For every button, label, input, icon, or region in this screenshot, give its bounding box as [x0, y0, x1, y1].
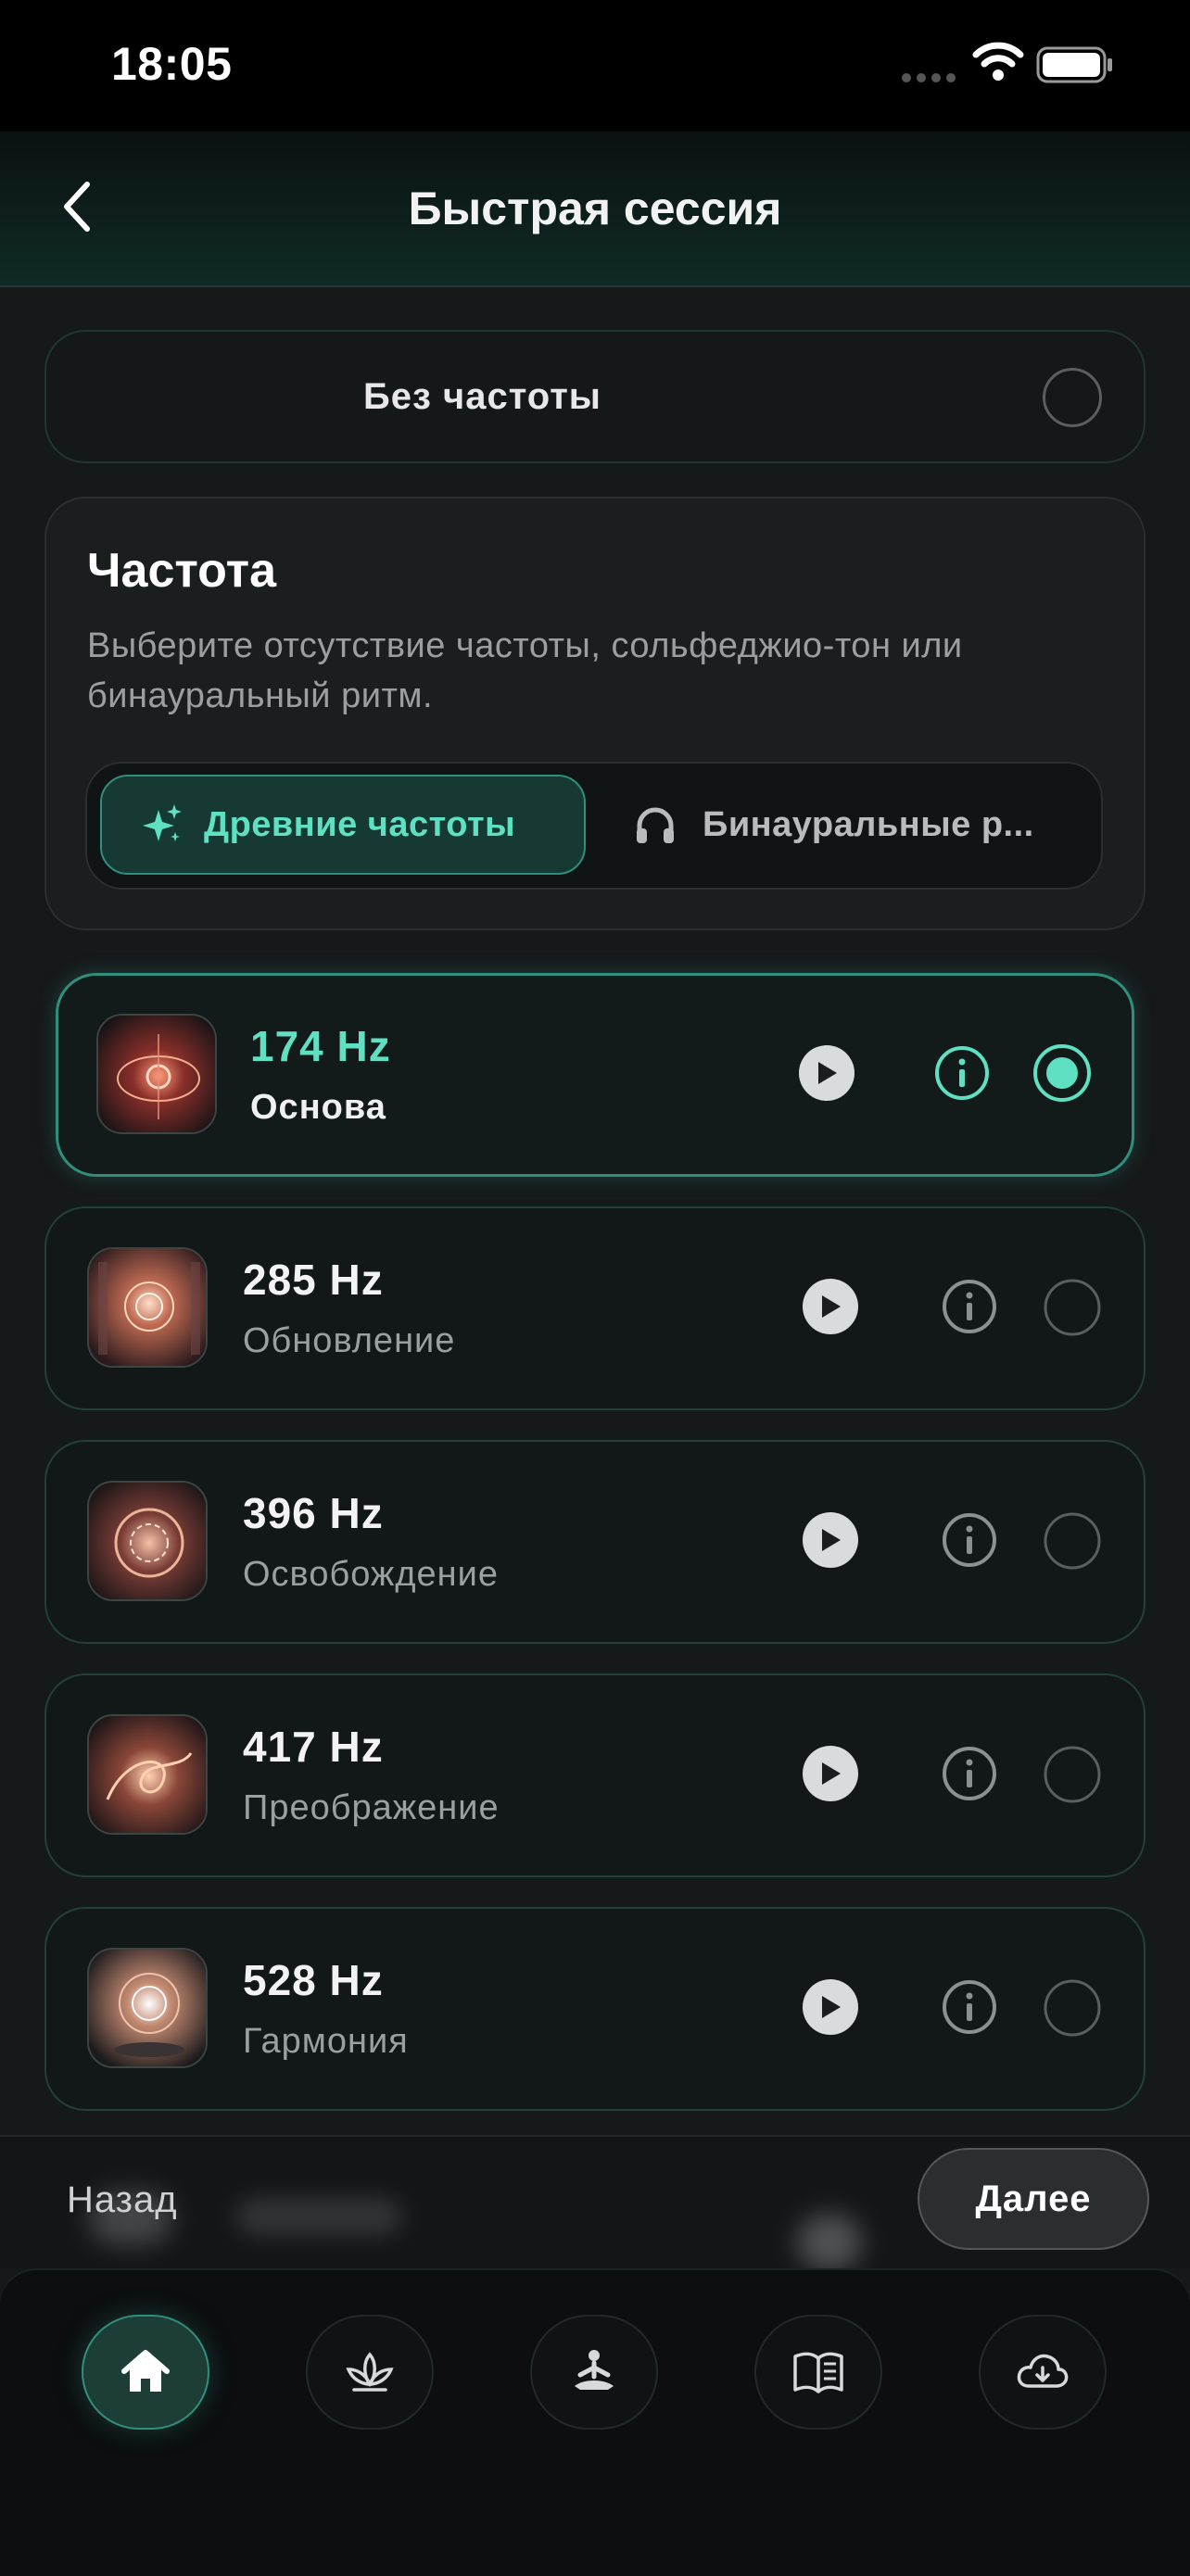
meditation-icon — [575, 2350, 614, 2390]
cloud-download-icon — [1017, 2354, 1069, 2388]
mini-player-control — [797, 2215, 862, 2270]
play-icon — [818, 1062, 837, 1084]
selection-radio[interactable] — [1032, 1043, 1092, 1103]
book-icon — [793, 2352, 843, 2393]
frequency-hz: 285 Hz — [243, 1256, 384, 1304]
status-time: 18:05 — [111, 38, 233, 90]
page-title: Быстрая сессия — [408, 183, 782, 234]
frequency-thumbnail — [87, 1481, 208, 1601]
tab-downloads[interactable] — [979, 2315, 1107, 2430]
battery-icon — [1036, 46, 1112, 83]
play-button[interactable] — [803, 1979, 858, 2035]
frequency-hz: 528 Hz — [243, 1956, 384, 2004]
home-icon — [121, 2350, 170, 2392]
info-icon[interactable] — [942, 1979, 997, 2035]
tab-ancient-frequencies[interactable]: Древние частоты — [100, 775, 586, 875]
frequency-hz: 174 Hz — [250, 1022, 391, 1070]
headphones-icon — [637, 807, 674, 843]
tab-meditation[interactable] — [530, 2315, 658, 2430]
play-icon — [822, 1996, 841, 2018]
wifi-icon — [972, 42, 1024, 81]
play-button[interactable] — [803, 1279, 858, 1334]
tab-label: Древние частоты — [204, 804, 516, 844]
tab-label: Бинауральные р... — [703, 804, 1034, 844]
tab-binaural-beats[interactable]: Бинауральные р... — [599, 775, 1088, 875]
play-button[interactable] — [799, 1045, 855, 1101]
tab-lotus[interactable] — [306, 2315, 434, 2430]
no-frequency-radio[interactable] — [1043, 368, 1102, 427]
info-icon[interactable] — [942, 1512, 997, 1568]
no-frequency-label: Без частоты — [363, 376, 601, 417]
play-button[interactable] — [803, 1512, 858, 1568]
selection-radio[interactable] — [1043, 1745, 1102, 1804]
play-icon — [822, 1529, 841, 1551]
selection-radio[interactable] — [1043, 1278, 1102, 1337]
frequency-hz: 417 Hz — [243, 1723, 384, 1771]
play-button[interactable] — [803, 1746, 858, 1801]
section-description: Выберите отсутствие частоты, сольфеджио-… — [87, 626, 963, 715]
frequency-thumbnail — [87, 1247, 208, 1368]
play-icon — [822, 1295, 841, 1318]
frequency-hz: 396 Hz — [243, 1489, 384, 1537]
tab-home[interactable] — [82, 2315, 209, 2430]
info-icon[interactable] — [942, 1279, 997, 1334]
frequency-thumbnail — [96, 1014, 217, 1134]
mini-player-text — [235, 2198, 402, 2235]
info-icon[interactable] — [934, 1045, 990, 1101]
section-title: Частота — [87, 544, 277, 598]
tab-library[interactable] — [754, 2315, 882, 2430]
frequency-thumbnail — [87, 1948, 208, 2068]
back-text-button[interactable]: Назад — [67, 2179, 178, 2221]
info-icon[interactable] — [942, 1746, 997, 1801]
frequency-name: Гармония — [243, 2022, 409, 2061]
next-button[interactable]: Далее — [918, 2148, 1149, 2250]
play-icon — [822, 1762, 841, 1785]
frequency-name: Преображение — [243, 1788, 500, 1827]
lotus-icon — [346, 2352, 394, 2392]
frequency-name: Освобождение — [243, 1555, 499, 1594]
selection-radio[interactable] — [1043, 1511, 1102, 1571]
signal-icon — [902, 73, 956, 82]
frequency-thumbnail — [87, 1714, 208, 1835]
selection-radio[interactable] — [1043, 1978, 1102, 2038]
frequency-name: Обновление — [243, 1321, 456, 1360]
frequency-name: Основа — [250, 1088, 386, 1127]
sparkles-icon — [143, 804, 182, 841]
